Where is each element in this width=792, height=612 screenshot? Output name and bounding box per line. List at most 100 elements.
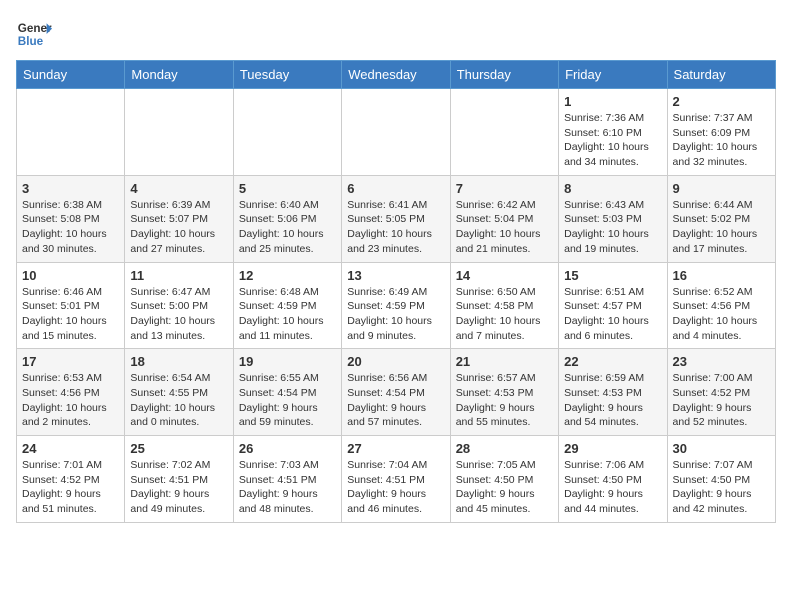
cell-info-text: Sunrise: 6:44 AM Sunset: 5:02 PM Dayligh… bbox=[673, 198, 770, 257]
calendar-cell bbox=[450, 89, 558, 176]
cell-info-text: Sunrise: 7:02 AM Sunset: 4:51 PM Dayligh… bbox=[130, 458, 227, 517]
calendar-cell: 6Sunrise: 6:41 AM Sunset: 5:05 PM Daylig… bbox=[342, 175, 450, 262]
calendar-cell: 3Sunrise: 6:38 AM Sunset: 5:08 PM Daylig… bbox=[17, 175, 125, 262]
cell-date-number: 22 bbox=[564, 354, 661, 369]
calendar-cell: 13 Sunrise: 6:49 AM Sunset: 4:59 PM Dayli… bbox=[342, 262, 450, 349]
cell-date-number: 27 bbox=[347, 441, 444, 456]
calendar-cell: 21 Sunrise: 6:57 AM Sunset: 4:53 PM Dayli… bbox=[450, 349, 558, 436]
cell-date-number: 14 bbox=[456, 268, 553, 283]
calendar-cell: 30Sunrise: 7:07 AM Sunset: 4:50 PM Dayli… bbox=[667, 436, 775, 523]
calendar-cell: 18 Sunrise: 6:54 AM Sunset: 4:55 PM Dayli… bbox=[125, 349, 233, 436]
cell-date-number: 18 bbox=[130, 354, 227, 369]
cell-date-number: 8 bbox=[564, 181, 661, 196]
calendar-cell: 12 Sunrise: 6:48 AM Sunset: 4:59 PM Dayli… bbox=[233, 262, 341, 349]
svg-text:Blue: Blue bbox=[18, 35, 44, 48]
calendar-cell: 9 Sunrise: 6:44 AM Sunset: 5:02 PM Daylig… bbox=[667, 175, 775, 262]
cell-info-text: Sunrise: 6:59 AM Sunset: 4:53 PM Dayligh… bbox=[564, 371, 661, 430]
cell-info-text: Sunrise: 7:36 AM Sunset: 6:10 PM Dayligh… bbox=[564, 111, 661, 170]
cell-info-text: Sunrise: 6:57 AM Sunset: 4:53 PM Dayligh… bbox=[456, 371, 553, 430]
calendar-cell: 28 Sunrise: 7:05 AM Sunset: 4:50 PM Dayli… bbox=[450, 436, 558, 523]
cell-info-text: Sunrise: 6:40 AM Sunset: 5:06 PM Dayligh… bbox=[239, 198, 336, 257]
calendar-cell bbox=[17, 89, 125, 176]
cell-info-text: Sunrise: 6:50 AM Sunset: 4:58 PM Dayligh… bbox=[456, 285, 553, 344]
cell-date-number: 28 bbox=[456, 441, 553, 456]
day-header-saturday: Saturday bbox=[667, 61, 775, 89]
calendar-cell bbox=[342, 89, 450, 176]
day-header-monday: Monday bbox=[125, 61, 233, 89]
cell-info-text: Sunrise: 6:49 AM Sunset: 4:59 PM Dayligh… bbox=[347, 285, 444, 344]
calendar-cell: 29 Sunrise: 7:06 AM Sunset: 4:50 PM Dayli… bbox=[559, 436, 667, 523]
calendar-cell: 2Sunrise: 7:37 AM Sunset: 6:09 PM Daylig… bbox=[667, 89, 775, 176]
calendar-cell bbox=[233, 89, 341, 176]
cell-date-number: 11 bbox=[130, 268, 227, 283]
cell-info-text: Sunrise: 7:05 AM Sunset: 4:50 PM Dayligh… bbox=[456, 458, 553, 517]
calendar-week-row: 17 Sunrise: 6:53 AM Sunset: 4:56 PM Dayli… bbox=[17, 349, 776, 436]
cell-date-number: 2 bbox=[673, 94, 770, 109]
cell-date-number: 29 bbox=[564, 441, 661, 456]
cell-date-number: 1 bbox=[564, 94, 661, 109]
cell-info-text: Sunrise: 7:00 AM Sunset: 4:52 PM Dayligh… bbox=[673, 371, 770, 430]
calendar-cell: 1 Sunrise: 7:36 AM Sunset: 6:10 PM Daylig… bbox=[559, 89, 667, 176]
cell-info-text: Sunrise: 6:56 AM Sunset: 4:54 PM Dayligh… bbox=[347, 371, 444, 430]
cell-date-number: 19 bbox=[239, 354, 336, 369]
cell-date-number: 12 bbox=[239, 268, 336, 283]
calendar-cell: 5 Sunrise: 6:40 AM Sunset: 5:06 PM Daylig… bbox=[233, 175, 341, 262]
calendar-cell bbox=[125, 89, 233, 176]
calendar-cell: 22 Sunrise: 6:59 AM Sunset: 4:53 PM Dayli… bbox=[559, 349, 667, 436]
calendar-cell: 26 Sunrise: 7:03 AM Sunset: 4:51 PM Dayli… bbox=[233, 436, 341, 523]
calendar-cell: 20 Sunrise: 6:56 AM Sunset: 4:54 PM Dayli… bbox=[342, 349, 450, 436]
cell-info-text: Sunrise: 7:04 AM Sunset: 4:51 PM Dayligh… bbox=[347, 458, 444, 517]
calendar-cell: 8Sunrise: 6:43 AM Sunset: 5:03 PM Daylig… bbox=[559, 175, 667, 262]
calendar-cell: 16Sunrise: 6:52 AM Sunset: 4:56 PM Dayli… bbox=[667, 262, 775, 349]
cell-info-text: Sunrise: 6:55 AM Sunset: 4:54 PM Dayligh… bbox=[239, 371, 336, 430]
calendar-cell: 10 Sunrise: 6:46 AM Sunset: 5:01 PM Dayli… bbox=[17, 262, 125, 349]
cell-info-text: Sunrise: 6:48 AM Sunset: 4:59 PM Dayligh… bbox=[239, 285, 336, 344]
cell-date-number: 3 bbox=[22, 181, 119, 196]
calendar-table: SundayMondayTuesdayWednesdayThursdayFrid… bbox=[16, 60, 776, 523]
cell-info-text: Sunrise: 6:51 AM Sunset: 4:57 PM Dayligh… bbox=[564, 285, 661, 344]
cell-info-text: Sunrise: 6:39 AM Sunset: 5:07 PM Dayligh… bbox=[130, 198, 227, 257]
calendar-cell: 7 Sunrise: 6:42 AM Sunset: 5:04 PM Daylig… bbox=[450, 175, 558, 262]
calendar-week-row: 24 Sunrise: 7:01 AM Sunset: 4:52 PM Dayli… bbox=[17, 436, 776, 523]
day-header-wednesday: Wednesday bbox=[342, 61, 450, 89]
cell-date-number: 17 bbox=[22, 354, 119, 369]
cell-date-number: 15 bbox=[564, 268, 661, 283]
cell-date-number: 7 bbox=[456, 181, 553, 196]
cell-info-text: Sunrise: 7:01 AM Sunset: 4:52 PM Dayligh… bbox=[22, 458, 119, 517]
cell-date-number: 25 bbox=[130, 441, 227, 456]
calendar-week-row: 1 Sunrise: 7:36 AM Sunset: 6:10 PM Daylig… bbox=[17, 89, 776, 176]
calendar-cell: 23 Sunrise: 7:00 AM Sunset: 4:52 PM Dayli… bbox=[667, 349, 775, 436]
cell-date-number: 9 bbox=[673, 181, 770, 196]
calendar-cell: 27 Sunrise: 7:04 AM Sunset: 4:51 PM Dayli… bbox=[342, 436, 450, 523]
cell-date-number: 26 bbox=[239, 441, 336, 456]
cell-info-text: Sunrise: 7:07 AM Sunset: 4:50 PM Dayligh… bbox=[673, 458, 770, 517]
cell-info-text: Sunrise: 6:52 AM Sunset: 4:56 PM Dayligh… bbox=[673, 285, 770, 344]
calendar-header-row: SundayMondayTuesdayWednesdayThursdayFrid… bbox=[17, 61, 776, 89]
cell-date-number: 21 bbox=[456, 354, 553, 369]
cell-date-number: 13 bbox=[347, 268, 444, 283]
day-header-sunday: Sunday bbox=[17, 61, 125, 89]
cell-info-text: Sunrise: 7:06 AM Sunset: 4:50 PM Dayligh… bbox=[564, 458, 661, 517]
calendar-week-row: 10 Sunrise: 6:46 AM Sunset: 5:01 PM Dayli… bbox=[17, 262, 776, 349]
calendar-cell: 25 Sunrise: 7:02 AM Sunset: 4:51 PM Dayli… bbox=[125, 436, 233, 523]
calendar-cell: 19 Sunrise: 6:55 AM Sunset: 4:54 PM Dayli… bbox=[233, 349, 341, 436]
calendar-cell: 15 Sunrise: 6:51 AM Sunset: 4:57 PM Dayli… bbox=[559, 262, 667, 349]
day-header-tuesday: Tuesday bbox=[233, 61, 341, 89]
cell-info-text: Sunrise: 7:03 AM Sunset: 4:51 PM Dayligh… bbox=[239, 458, 336, 517]
cell-info-text: Sunrise: 6:46 AM Sunset: 5:01 PM Dayligh… bbox=[22, 285, 119, 344]
cell-info-text: Sunrise: 6:42 AM Sunset: 5:04 PM Dayligh… bbox=[456, 198, 553, 257]
calendar-cell: 4 Sunrise: 6:39 AM Sunset: 5:07 PM Daylig… bbox=[125, 175, 233, 262]
cell-date-number: 20 bbox=[347, 354, 444, 369]
day-header-friday: Friday bbox=[559, 61, 667, 89]
cell-info-text: Sunrise: 6:53 AM Sunset: 4:56 PM Dayligh… bbox=[22, 371, 119, 430]
cell-date-number: 4 bbox=[130, 181, 227, 196]
cell-info-text: Sunrise: 6:54 AM Sunset: 4:55 PM Dayligh… bbox=[130, 371, 227, 430]
cell-date-number: 5 bbox=[239, 181, 336, 196]
cell-date-number: 10 bbox=[22, 268, 119, 283]
calendar-cell: 11 Sunrise: 6:47 AM Sunset: 5:00 PM Dayli… bbox=[125, 262, 233, 349]
cell-date-number: 23 bbox=[673, 354, 770, 369]
cell-info-text: Sunrise: 6:47 AM Sunset: 5:00 PM Dayligh… bbox=[130, 285, 227, 344]
calendar-cell: 24 Sunrise: 7:01 AM Sunset: 4:52 PM Dayli… bbox=[17, 436, 125, 523]
page-header: General Blue bbox=[16, 16, 776, 52]
cell-date-number: 24 bbox=[22, 441, 119, 456]
